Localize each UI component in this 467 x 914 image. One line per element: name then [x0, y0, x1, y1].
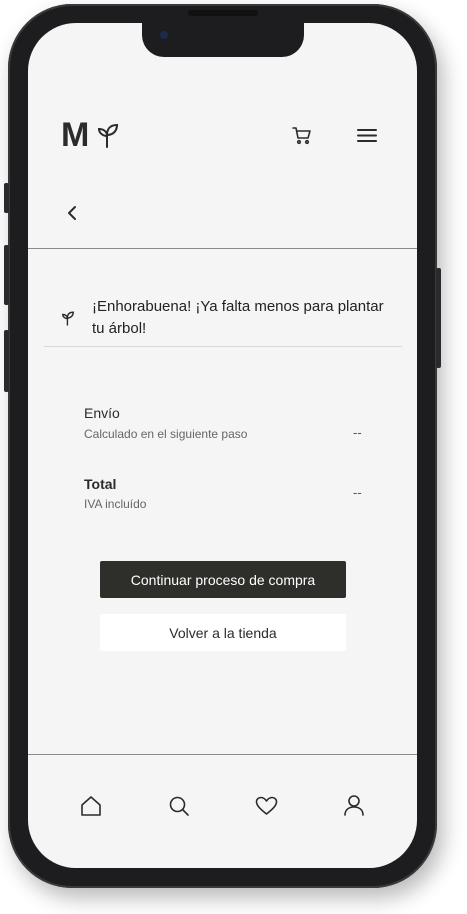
sprout-icon	[96, 122, 120, 148]
logo-letter: M	[61, 116, 89, 154]
total-value: --	[353, 485, 362, 500]
search-icon	[169, 796, 189, 816]
congrats-message: ¡Enhorabuena! ¡Ya falta menos para plant…	[92, 298, 384, 337]
heart-icon	[255, 796, 278, 815]
user-icon	[344, 795, 364, 816]
shipping-label: Envío	[84, 405, 120, 421]
back-button[interactable]	[62, 201, 86, 225]
phone-side-button	[4, 183, 9, 213]
continue-checkout-button[interactable]: Continuar proceso de compra	[100, 561, 346, 598]
camera-icon	[160, 31, 168, 39]
back-to-store-button[interactable]: Volver a la tienda	[100, 614, 346, 651]
screen: M ¡Enhorabuena! ¡Ya falta menos para pla…	[28, 23, 417, 868]
banner-divider	[44, 346, 402, 347]
tab-home[interactable]	[80, 795, 102, 817]
total-sub: IVA incluído	[84, 497, 147, 511]
phone-volume-up	[4, 245, 9, 305]
sprout-icon	[61, 310, 75, 326]
cart-icon[interactable]	[292, 127, 312, 145]
shipping-value: --	[353, 425, 362, 440]
home-icon	[81, 796, 101, 816]
tabbar-divider	[28, 754, 417, 755]
tab-favorites[interactable]	[255, 796, 278, 816]
phone-notch	[142, 10, 304, 57]
chevron-left-icon	[68, 206, 76, 220]
shipping-sub: Calculado en el siguiente paso	[84, 427, 248, 441]
tab-search[interactable]	[168, 795, 190, 817]
phone-power-button	[436, 268, 441, 368]
total-label: Total	[84, 476, 117, 492]
tab-account[interactable]	[343, 794, 365, 816]
menu-icon[interactable]	[357, 128, 377, 143]
phone-volume-down	[4, 330, 9, 392]
header-divider	[28, 248, 417, 249]
